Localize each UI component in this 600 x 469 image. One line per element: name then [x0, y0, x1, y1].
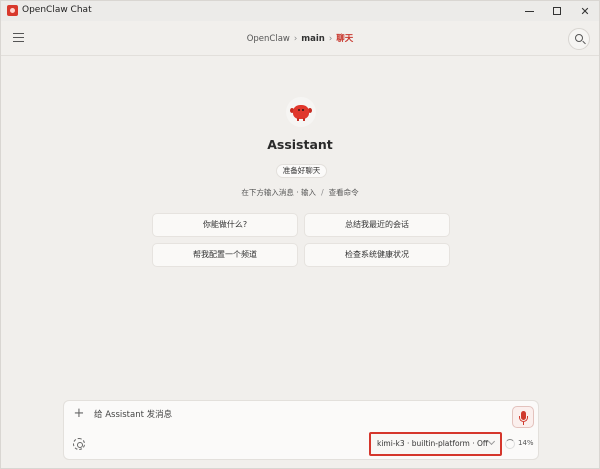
- model-selector[interactable]: kimi-k3 · builtin-platform · Off: [369, 432, 502, 456]
- top-header: OpenClaw › main › 聊天: [1, 21, 599, 56]
- breadcrumb-separator: ›: [328, 34, 333, 44]
- breadcrumb-separator: ›: [293, 34, 298, 44]
- app-window: OpenClaw Chat ✕ OpenClaw › main › 聊天 Assista…: [0, 0, 600, 469]
- message-input[interactable]: [94, 406, 504, 424]
- suggestion-health-check[interactable]: 检查系统健康状况: [304, 243, 450, 267]
- suggestion-capabilities[interactable]: 你能做什么?: [152, 213, 298, 237]
- suggestion-configure-channel[interactable]: 帮我配置一个频道: [152, 243, 298, 267]
- breadcrumb-current: 聊天: [336, 34, 354, 44]
- suggestion-summarize-sessions[interactable]: 总结我最近的会话: [304, 213, 450, 237]
- gear-icon[interactable]: [73, 438, 85, 450]
- chevron-down-icon: [487, 437, 496, 446]
- hint-suffix: 查看命令: [328, 188, 359, 197]
- message-composer: + kimi-k3 · builtin-platform · Off 14%: [63, 400, 539, 460]
- context-usage-ring-icon: [505, 439, 515, 449]
- minimize-button[interactable]: [515, 1, 543, 21]
- breadcrumb-section[interactable]: main: [301, 34, 325, 44]
- input-hint: 在下方输入消息 · 输入 / 查看命令: [1, 187, 599, 198]
- maximize-button[interactable]: [543, 1, 571, 21]
- maximize-icon: [553, 7, 561, 15]
- voice-input-button[interactable]: [512, 406, 534, 428]
- title-bar: OpenClaw Chat ✕: [1, 1, 599, 21]
- status-badge: 准备好聊天: [276, 164, 327, 178]
- minimize-icon: [524, 10, 534, 12]
- breadcrumb: OpenClaw › main › 聊天: [1, 32, 599, 44]
- app-logo-icon: [7, 5, 18, 16]
- context-usage-percent: 14%: [518, 439, 534, 447]
- search-button[interactable]: [568, 28, 590, 50]
- window-title: OpenClaw Chat: [22, 5, 92, 15]
- assistant-title: Assistant: [267, 137, 333, 152]
- plus-icon[interactable]: +: [72, 407, 86, 421]
- hint-slash: /: [321, 188, 324, 197]
- hint-prefix: 在下方输入消息 · 输入: [241, 188, 317, 197]
- model-selector-label: kimi-k3 · builtin-platform · Off: [377, 439, 489, 448]
- breadcrumb-root[interactable]: OpenClaw: [247, 34, 290, 44]
- close-icon: ✕: [580, 4, 590, 18]
- lobster-mascot-icon: [286, 97, 316, 127]
- close-button[interactable]: ✕: [571, 1, 599, 21]
